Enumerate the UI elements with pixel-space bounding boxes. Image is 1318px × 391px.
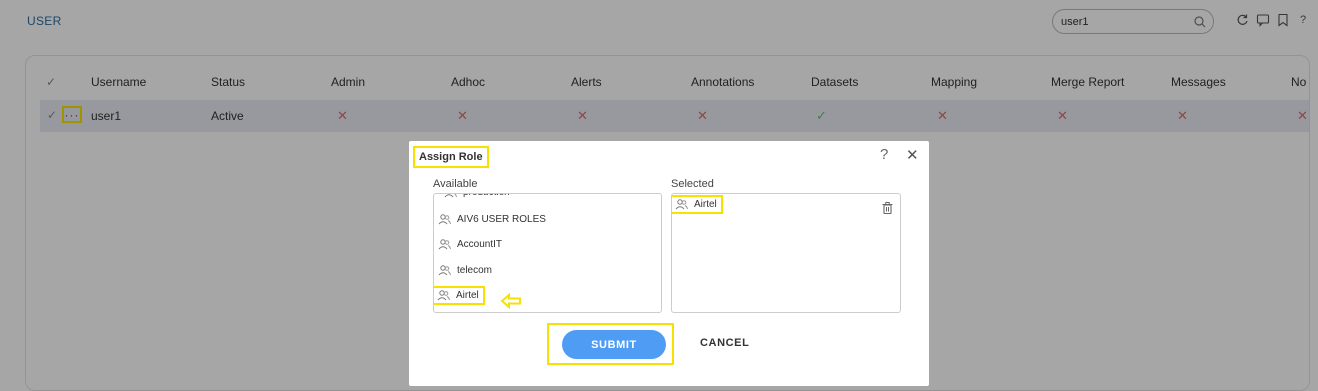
list-item[interactable]: AccountIT — [438, 239, 502, 250]
list-item[interactable]: telecom — [438, 265, 492, 276]
selected-roles-list[interactable]: Airtel — [671, 193, 901, 313]
selected-label: Selected — [671, 178, 714, 190]
role-name: telecom — [457, 265, 493, 276]
users-icon — [438, 265, 451, 276]
role-name: AccountIT — [457, 239, 503, 250]
users-icon — [437, 290, 450, 301]
users-icon — [444, 194, 457, 198]
submit-button[interactable]: SUBMIT — [562, 330, 666, 359]
users-icon — [438, 214, 451, 225]
list-item[interactable]: AIV6 USER ROLES — [438, 214, 546, 225]
trash-icon[interactable] — [882, 202, 893, 214]
role-name: AIV6 USER ROLES — [457, 214, 546, 225]
list-item-highlighted[interactable]: Airtel — [434, 286, 485, 305]
role-name: Airtel — [694, 199, 717, 210]
role-name: production — [463, 194, 510, 198]
list-item[interactable]: production — [444, 194, 510, 198]
users-icon — [438, 239, 451, 250]
submit-highlight: SUBMIT — [547, 323, 674, 365]
arrow-left-icon — [500, 293, 521, 309]
help-icon[interactable]: ? — [880, 146, 888, 163]
role-name: Airtel — [456, 290, 479, 301]
available-roles-list[interactable]: production AIV6 USER ROLES AccountIT tel… — [433, 193, 662, 313]
assign-role-dialog: Assign Role ? ✕ Available Selected produ… — [409, 141, 929, 386]
dialog-title: Assign Role — [413, 146, 489, 168]
cancel-button[interactable]: CANCEL — [688, 331, 761, 355]
list-item-highlighted[interactable]: Airtel — [672, 195, 723, 214]
close-icon[interactable]: ✕ — [906, 146, 919, 164]
users-icon — [675, 199, 688, 210]
available-label: Available — [433, 178, 478, 190]
